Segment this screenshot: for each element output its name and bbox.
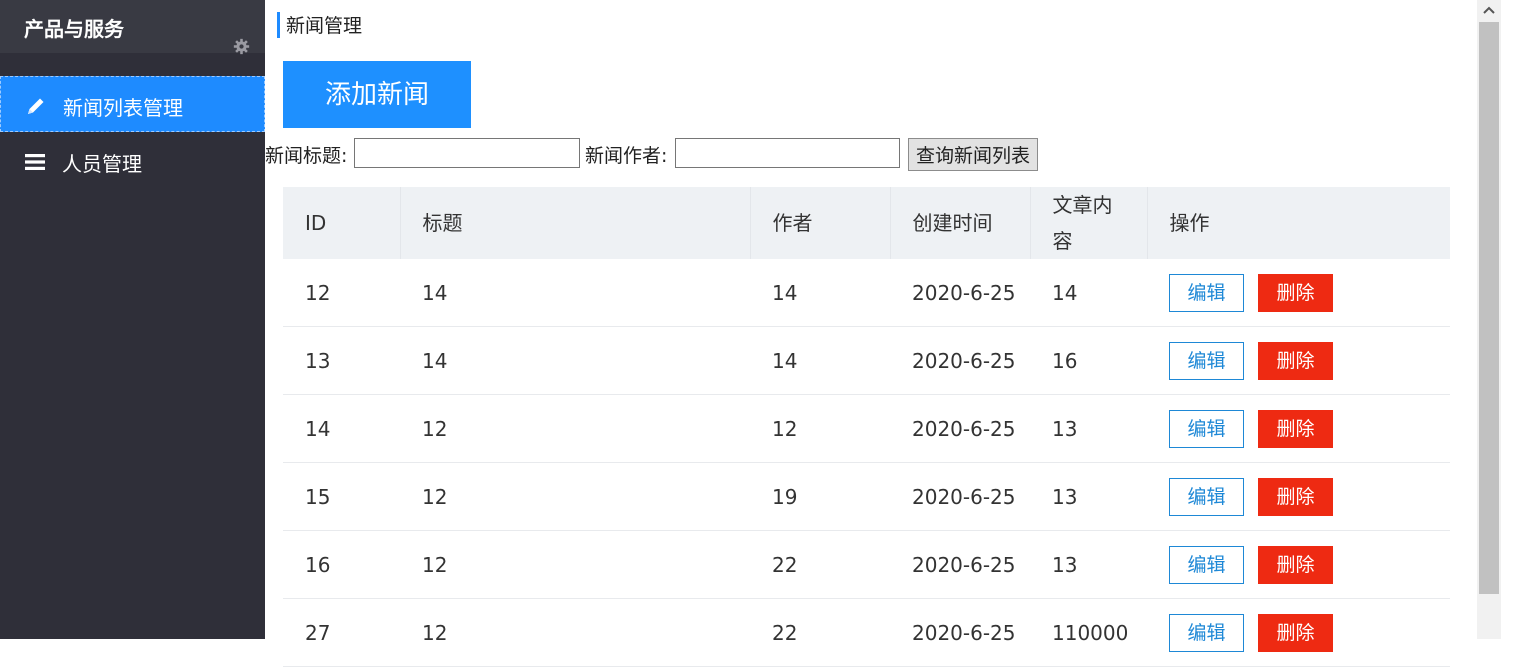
cell-author: 14: [750, 259, 890, 327]
gear-icon[interactable]: [233, 38, 250, 55]
title-search-input[interactable]: [354, 138, 580, 168]
sidebar: 产品与服务 新闻列表管理 人员管理: [0, 0, 265, 639]
sidebar-item-label: 人员管理: [62, 152, 142, 176]
delete-button[interactable]: 删除: [1258, 613, 1333, 652]
cell-actions: 编辑 删除: [1147, 326, 1450, 395]
cell-content: 14: [1030, 259, 1147, 327]
cell-id: 13: [283, 326, 400, 395]
cell-content: 16: [1030, 326, 1147, 395]
edit-button[interactable]: 编辑: [1169, 409, 1244, 448]
column-header-title: 标题: [400, 187, 751, 259]
cell-author: 22: [750, 530, 890, 599]
cell-created: 2020-6-25: [890, 530, 1030, 599]
table-header-row: ID 标题 作者 创建时间 文章内容 操作: [283, 187, 1450, 259]
cell-created: 2020-6-25: [890, 462, 1030, 531]
news-table: ID 标题 作者 创建时间 文章内容 操作 12 14 14 2020-6-25…: [283, 187, 1450, 667]
sidebar-item-news-list[interactable]: 新闻列表管理: [0, 76, 265, 132]
cell-content: 13: [1030, 530, 1147, 599]
delete-button[interactable]: 删除: [1258, 341, 1333, 380]
sidebar-item-staff[interactable]: 人员管理: [0, 133, 265, 189]
delete-button[interactable]: 删除: [1258, 273, 1333, 312]
cell-id: 14: [283, 394, 400, 463]
vertical-scrollbar[interactable]: [1477, 0, 1501, 639]
cell-id: 16: [283, 530, 400, 599]
cell-actions: 编辑 删除: [1147, 530, 1450, 599]
cell-created: 2020-6-25: [890, 259, 1030, 327]
sidebar-header: 产品与服务: [0, 0, 265, 55]
table-row: 12 14 14 2020-6-25 14 编辑 删除: [283, 259, 1450, 327]
cell-title: 12: [400, 394, 750, 463]
query-news-button[interactable]: 查询新闻列表: [908, 138, 1038, 171]
table-row: 14 12 12 2020-6-25 13 编辑 删除: [283, 394, 1450, 463]
cell-id: 27: [283, 598, 400, 667]
cell-content: 13: [1030, 394, 1147, 463]
delete-button[interactable]: 删除: [1258, 409, 1333, 448]
sidebar-item-label: 新闻列表管理: [63, 96, 183, 120]
cell-content: 110000: [1030, 598, 1147, 667]
scroll-up-arrow-icon[interactable]: [1477, 0, 1501, 20]
cell-title: 14: [400, 259, 750, 327]
cell-title: 12: [400, 598, 750, 667]
column-header-content: 文章内容: [1030, 187, 1148, 259]
cell-actions: 编辑 删除: [1147, 394, 1450, 463]
cell-title: 12: [400, 530, 750, 599]
table-row: 13 14 14 2020-6-25 16 编辑 删除: [283, 326, 1450, 395]
column-header-created: 创建时间: [890, 187, 1031, 259]
edit-button[interactable]: 编辑: [1169, 613, 1244, 652]
cell-author: 14: [750, 326, 890, 395]
column-header-actions: 操作: [1147, 187, 1450, 259]
table-row: 27 12 22 2020-6-25 110000 编辑 删除: [283, 598, 1450, 667]
table-row: 16 12 22 2020-6-25 13 编辑 删除: [283, 530, 1450, 599]
cell-title: 14: [400, 326, 750, 395]
cell-actions: 编辑 删除: [1147, 259, 1450, 327]
delete-button[interactable]: 删除: [1258, 545, 1333, 584]
menu-icon: [25, 154, 45, 170]
edit-button[interactable]: 编辑: [1169, 545, 1244, 584]
edit-button[interactable]: 编辑: [1169, 477, 1244, 516]
scrollbar-thumb[interactable]: [1479, 22, 1499, 594]
cell-author: 12: [750, 394, 890, 463]
delete-button[interactable]: 删除: [1258, 477, 1333, 516]
cell-created: 2020-6-25: [890, 598, 1030, 667]
author-search-input[interactable]: [675, 138, 900, 168]
column-header-author: 作者: [750, 187, 891, 259]
add-news-button[interactable]: 添加新闻: [283, 61, 471, 128]
sidebar-title: 产品与服务: [24, 17, 124, 41]
edit-button[interactable]: 编辑: [1169, 341, 1244, 380]
table-row: 15 12 19 2020-6-25 13 编辑 删除: [283, 462, 1450, 531]
cell-title: 12: [400, 462, 750, 531]
author-search-label: 新闻作者:: [585, 145, 668, 167]
cell-author: 22: [750, 598, 890, 667]
pencil-icon: [28, 98, 44, 114]
cell-id: 12: [283, 259, 400, 327]
title-search-label: 新闻标题:: [265, 145, 348, 167]
cell-id: 15: [283, 462, 400, 531]
column-header-id: ID: [283, 187, 401, 259]
cell-created: 2020-6-25: [890, 394, 1030, 463]
cell-created: 2020-6-25: [890, 326, 1030, 395]
cell-actions: 编辑 删除: [1147, 598, 1450, 667]
edit-button[interactable]: 编辑: [1169, 273, 1244, 312]
cell-author: 19: [750, 462, 890, 531]
page-title: 新闻管理: [277, 12, 362, 38]
cell-content: 13: [1030, 462, 1147, 531]
cell-actions: 编辑 删除: [1147, 462, 1450, 531]
